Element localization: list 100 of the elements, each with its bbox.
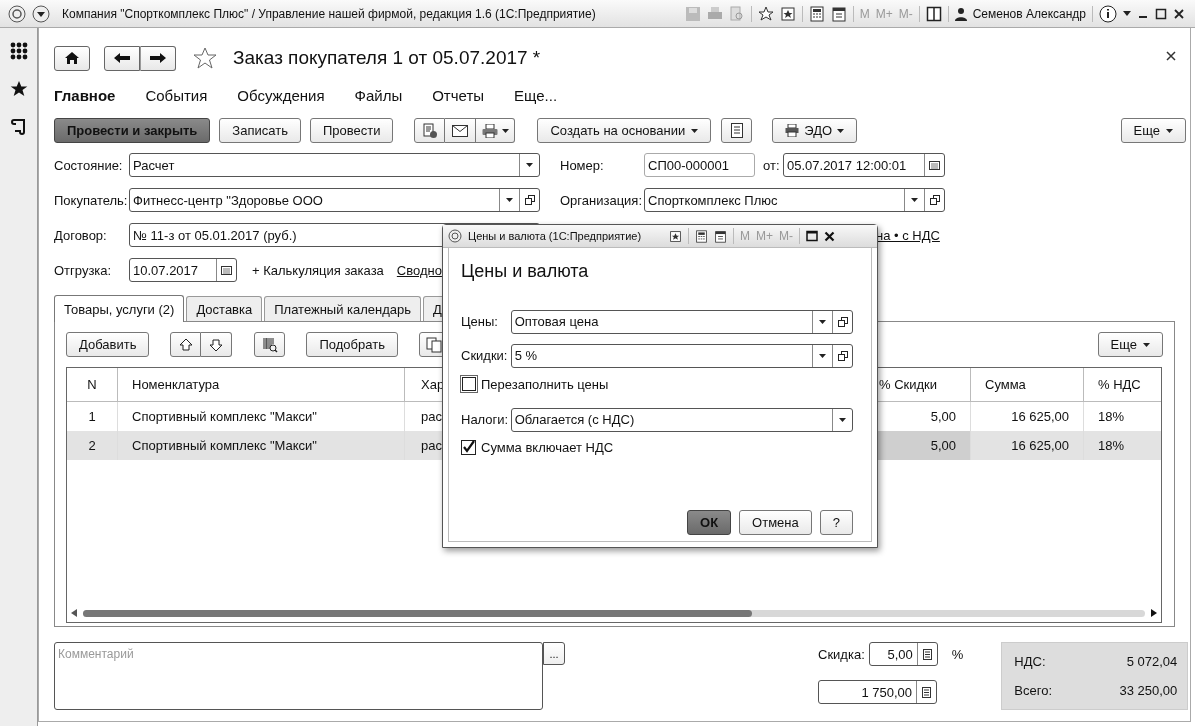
total-label: НДС: xyxy=(1014,654,1046,669)
logo-icon[interactable] xyxy=(8,4,26,23)
star-icon[interactable] xyxy=(9,80,28,98)
number-field[interactable]: СП00-000001 xyxy=(644,153,755,177)
checkbox-label[interactable]: Перезаполнить цены xyxy=(481,376,609,392)
more-button[interactable]: Еще xyxy=(1120,118,1186,143)
caret-icon xyxy=(1166,128,1173,133)
field-label: Состояние: xyxy=(54,157,124,173)
document-button[interactable] xyxy=(414,118,446,143)
horizontal-scrollbar[interactable] xyxy=(71,608,1157,618)
column-header[interactable]: % НДС xyxy=(1084,368,1161,401)
form-title: Заказ покупателя 1 от 05.07.2017 * xyxy=(233,47,541,69)
mail-button[interactable] xyxy=(445,118,477,143)
customer-select[interactable]: Фитнесс-центр "Здоровье ООО xyxy=(129,188,540,212)
calculation-link[interactable]: + Калькуляция заказа xyxy=(252,262,384,278)
caret-icon[interactable] xyxy=(1123,10,1131,17)
forward-arrow-icon xyxy=(150,52,166,64)
window-title: Компания "Спорткомплекс Плюс" / Управление нашей фирмой, редакция 1.6 (1С:Предприятие) xyxy=(62,6,596,21)
tab[interactable]: Платежный календарь xyxy=(264,296,422,321)
discounts-select[interactable]: 5 % xyxy=(510,343,853,368)
section-link[interactable]: Главное xyxy=(54,86,116,104)
organization-select[interactable]: Спорткомплекс Плюс xyxy=(644,188,945,212)
maximize-icon[interactable] xyxy=(806,230,819,242)
forward-button[interactable] xyxy=(140,45,176,71)
caret-icon xyxy=(837,128,845,133)
tab[interactable]: Доставка xyxy=(186,296,263,321)
command-button[interactable]: Записать xyxy=(219,118,301,143)
date-field[interactable]: 05.07.2017 12:00:01 xyxy=(783,153,945,177)
calendar-icon[interactable] xyxy=(714,229,728,243)
envelope-icon xyxy=(452,124,469,137)
pick-button[interactable]: Подобрать xyxy=(306,332,398,357)
command-button[interactable]: Провести xyxy=(309,118,394,143)
field-label: Отгрузка: xyxy=(54,262,113,278)
field-label: Организация: xyxy=(560,192,644,208)
status-select[interactable]: Расчет xyxy=(129,153,540,177)
document-icon xyxy=(730,123,743,138)
panel-icon[interactable] xyxy=(925,5,942,22)
close-icon[interactable] xyxy=(1166,51,1176,61)
section-link[interactable]: Обсуждения xyxy=(237,86,325,104)
field-label: Номер: xyxy=(560,157,605,173)
column-header[interactable]: Номенклатура xyxy=(118,368,405,401)
checkbox[interactable] xyxy=(460,375,478,393)
table-cell-text: 18% xyxy=(1097,408,1126,426)
dropdown-arrow-icon xyxy=(506,198,513,202)
more-button[interactable]: Еще xyxy=(1097,332,1163,357)
prices-select[interactable]: Оптовая цена xyxy=(510,309,853,334)
create-based-button[interactable]: Создать на основании xyxy=(537,118,712,143)
field-label: от: xyxy=(763,157,781,173)
shipment-date-field[interactable]: 10.07.2017 xyxy=(129,258,237,282)
discount-field[interactable]: 5,00 xyxy=(868,642,938,666)
scroll-right-icon[interactable] xyxy=(1151,609,1157,617)
field-label: Скидки: xyxy=(461,348,509,363)
column-header[interactable]: N xyxy=(67,368,118,401)
scroll-left-icon[interactable] xyxy=(71,609,77,617)
close-icon[interactable] xyxy=(824,230,836,242)
dialog-button[interactable]: ? xyxy=(819,510,853,535)
dialog-button[interactable]: ОК xyxy=(687,510,732,535)
print-button[interactable] xyxy=(476,118,516,143)
calculator-icon[interactable] xyxy=(808,5,825,22)
discount-amount-field[interactable]: 1 750,00 xyxy=(818,680,937,704)
field-label: Налоги: xyxy=(461,412,510,427)
taxes-select[interactable]: Облагается (с НДС) xyxy=(510,407,853,432)
document-icon xyxy=(421,122,438,139)
dropdown-arrow-icon xyxy=(911,198,918,202)
field-label: Договор: xyxy=(54,227,108,243)
calculator-icon[interactable] xyxy=(695,229,709,243)
menu-icon[interactable] xyxy=(32,4,50,23)
bookmark-icon[interactable] xyxy=(779,5,796,22)
comment-edit-button[interactable]: ... xyxy=(543,642,565,665)
user-name[interactable]: Семенов Александр xyxy=(972,6,1086,21)
command-button[interactable]: Провести и закрыть xyxy=(54,118,211,143)
section-link[interactable]: Отчеты xyxy=(432,86,485,104)
report-button[interactable] xyxy=(721,118,753,143)
star-icon[interactable] xyxy=(193,47,217,69)
checkbox-label[interactable]: Сумма включает НДС xyxy=(481,440,614,455)
column-header[interactable]: Сумма xyxy=(971,368,1084,401)
home-button[interactable] xyxy=(54,45,90,71)
star-icon[interactable] xyxy=(757,5,774,22)
section-link[interactable]: Файлы xyxy=(354,86,403,104)
summary-link[interactable]: Сводно xyxy=(396,262,442,278)
edo-button[interactable]: ЭДО xyxy=(772,118,858,143)
bookmark-icon[interactable] xyxy=(669,229,683,243)
calendar-icon[interactable] xyxy=(830,5,847,22)
barcode-button[interactable] xyxy=(254,332,286,357)
add-button[interactable]: Добавить xyxy=(66,332,150,357)
dialog-button[interactable]: Отмена xyxy=(739,510,812,535)
move-down-button[interactable] xyxy=(201,332,233,357)
close-icon[interactable] xyxy=(1173,7,1185,20)
move-up-button[interactable] xyxy=(170,332,202,357)
field-label: Покупатель: xyxy=(54,192,129,208)
apps-grid-icon[interactable] xyxy=(9,42,28,60)
info-icon[interactable] xyxy=(1099,4,1117,23)
maximize-icon[interactable] xyxy=(1155,7,1167,20)
tab[interactable]: Товары, услуги (2) xyxy=(54,295,185,322)
section-link[interactable]: События xyxy=(145,86,208,104)
preview-icon[interactable] xyxy=(728,5,745,22)
section-link[interactable]: Еще... xyxy=(514,86,558,104)
checkbox[interactable] xyxy=(461,440,476,455)
calendar-icon xyxy=(221,265,232,275)
back-button[interactable] xyxy=(104,45,140,71)
